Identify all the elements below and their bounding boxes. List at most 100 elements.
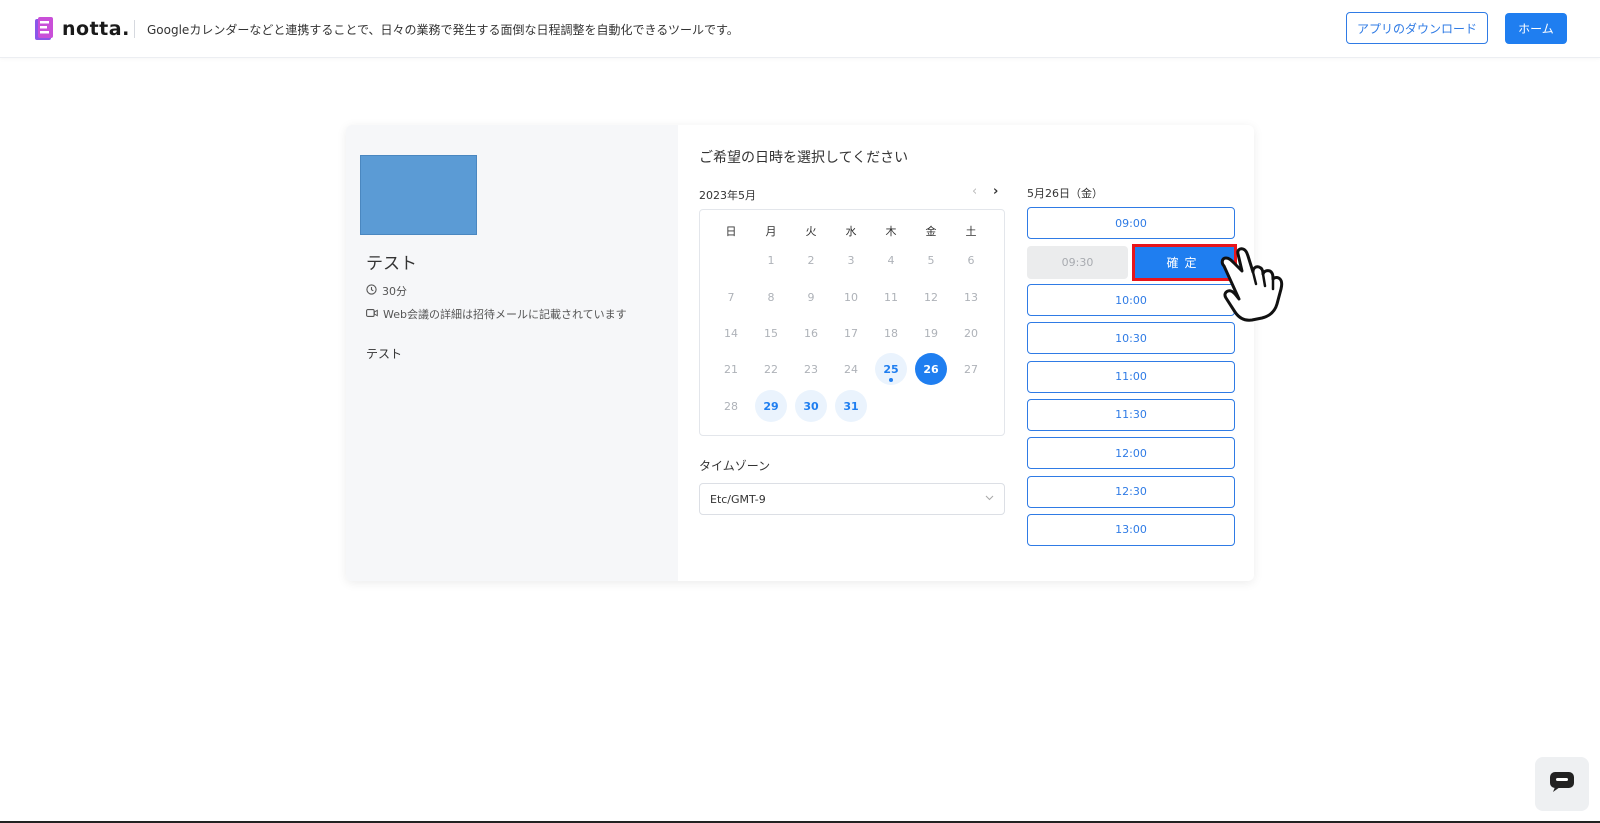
video-icon (366, 308, 378, 321)
event-info-pane: テスト 30分 Web会議の詳細は招待メールに記載されています テスト (346, 125, 678, 581)
calendar-day: 3 (835, 244, 867, 276)
calendar-day-selected[interactable]: 26 (915, 353, 947, 385)
calendar-day-number: 3 (847, 253, 855, 267)
calendar-day: 23 (795, 353, 827, 385)
weekday-header: 火 (805, 225, 817, 238)
calendar-day: 10 (835, 281, 867, 313)
booking-card: テスト 30分 Web会議の詳細は招待メールに記載されています テスト ご希望の… (346, 125, 1254, 581)
calendar-day-number: 25 (883, 362, 899, 376)
calendar-day: 18 (875, 317, 907, 349)
home-button[interactable]: ホーム (1505, 13, 1567, 44)
weekday-header: 水 (845, 225, 857, 238)
time-slot[interactable]: 11:30 (1027, 398, 1235, 431)
download-app-button[interactable]: アプリのダウンロード (1346, 12, 1488, 44)
notta-logo[interactable]: notta. (33, 16, 130, 42)
calendar-day-number: 9 (807, 290, 815, 304)
month-label: 2023年5月 (699, 189, 756, 202)
calendar-day-number: 21 (724, 362, 738, 376)
calendar-day: 21 (715, 353, 747, 385)
duration-row: 30分 (366, 283, 407, 299)
calendar-day: 7 (715, 281, 747, 313)
calendar-day: 1 (755, 244, 787, 276)
calendar-day-number: 10 (844, 290, 858, 304)
calendar-day-number: 17 (844, 326, 858, 340)
next-month-icon[interactable]: › (993, 184, 998, 199)
top-navbar: notta. Googleカレンダーなどと連携することで、日々の業務で発生する面… (0, 0, 1600, 58)
weekday-header: 月 (765, 225, 777, 238)
calendar-day: 6 (955, 244, 987, 276)
event-duration: 30分 (382, 285, 407, 298)
calendar-day-number: 22 (764, 362, 778, 376)
calendar-day: 11 (875, 281, 907, 313)
event-description: テスト (366, 347, 403, 361)
clock-icon (366, 284, 377, 298)
scheduler-heading: ご希望の日時を選択してください (699, 150, 909, 166)
event-thumbnail (360, 155, 477, 235)
calendar-day: 20 (955, 317, 987, 349)
calendar-day-number: 28 (724, 399, 738, 413)
calendar-day: 28 (715, 390, 747, 422)
calendar-day-number: 2 (807, 253, 815, 267)
calendar-day: 19 (915, 317, 947, 349)
time-slot[interactable]: 09:00 (1027, 207, 1235, 239)
time-slot[interactable]: 10:00 (1027, 284, 1235, 316)
time-slot[interactable]: 11:00 (1027, 360, 1235, 393)
calendar-day: 17 (835, 317, 867, 349)
calendar-day-number: 20 (964, 326, 978, 340)
meeting-note-row: Web会議の詳細は招待メールに記載されています (366, 306, 627, 322)
calendar-day: 14 (715, 317, 747, 349)
weekday-header: 土 (965, 225, 977, 238)
calendar-day-number: 30 (803, 399, 819, 413)
calendar-day-number: 5 (927, 253, 935, 267)
calendar-day-number: 12 (924, 290, 938, 304)
weekday-header: 木 (885, 225, 897, 238)
calendar-day: 8 (755, 281, 787, 313)
calendar-day[interactable]: 30 (795, 390, 827, 422)
calendar-day: 12 (915, 281, 947, 313)
meeting-note: Web会議の詳細は招待メールに記載されています (383, 308, 627, 321)
calendar-day-number: 14 (724, 326, 738, 340)
calendar-day-number: 29 (763, 399, 779, 413)
calendar-day-number: 13 (964, 290, 978, 304)
calendar-day: 2 (795, 244, 827, 276)
chat-button[interactable] (1535, 757, 1589, 811)
calendar-day[interactable]: 25 (875, 353, 907, 385)
timezone-select[interactable]: Etc/GMT-9 (699, 483, 1005, 515)
pointing-hand-icon (1216, 246, 1288, 330)
calendar-day[interactable]: 29 (755, 390, 787, 422)
calendar-day-number: 27 (964, 362, 978, 376)
calendar-day-number: 7 (727, 290, 735, 304)
header-divider (134, 20, 135, 38)
weekday-header: 金 (925, 225, 937, 238)
weekday-header: 日 (725, 225, 737, 238)
timezone-label: タイムゾーン (699, 459, 771, 473)
timezone-value: Etc/GMT-9 (710, 492, 766, 506)
calendar-day-number: 4 (887, 253, 895, 267)
calendar-day: 4 (875, 244, 907, 276)
calendar-day-number: 11 (884, 290, 898, 304)
calendar-day-number: 8 (767, 290, 775, 304)
header-tagline: Googleカレンダーなどと連携することで、日々の業務で発生する面倒な日程調整を… (147, 23, 739, 37)
time-slot[interactable]: 10:30 (1027, 322, 1235, 355)
chat-icon (1549, 771, 1575, 797)
event-title: テスト (366, 254, 417, 274)
notta-logo-icon (33, 16, 55, 42)
time-slot[interactable]: 12:00 (1027, 437, 1235, 470)
calendar-day-number: 19 (924, 326, 938, 340)
time-slot[interactable]: 13:00 (1027, 513, 1235, 546)
calendar-day: 9 (795, 281, 827, 313)
prev-month-icon[interactable]: ‹ (972, 184, 977, 199)
calendar-day-number: 6 (967, 253, 975, 267)
calendar-day[interactable]: 31 (835, 390, 867, 422)
calendar-day: 13 (955, 281, 987, 313)
selected-date-heading: 5月26日（金） (1027, 187, 1103, 200)
calendar-day-number: 24 (844, 362, 858, 376)
calendar-day: 5 (915, 244, 947, 276)
calendar-day: 16 (795, 317, 827, 349)
calendar-day-number: 16 (804, 326, 818, 340)
today-dot (889, 378, 893, 382)
calendar-grid: 日月火水木金土 1 2 3 4 5 6 7 8 9 10 11 12 13 14 15 16 17 18 19 20 21… (699, 209, 1005, 436)
time-slot[interactable]: 12:30 (1027, 475, 1235, 508)
calendar-day-number: 23 (804, 362, 818, 376)
calendar-day: 22 (755, 353, 787, 385)
